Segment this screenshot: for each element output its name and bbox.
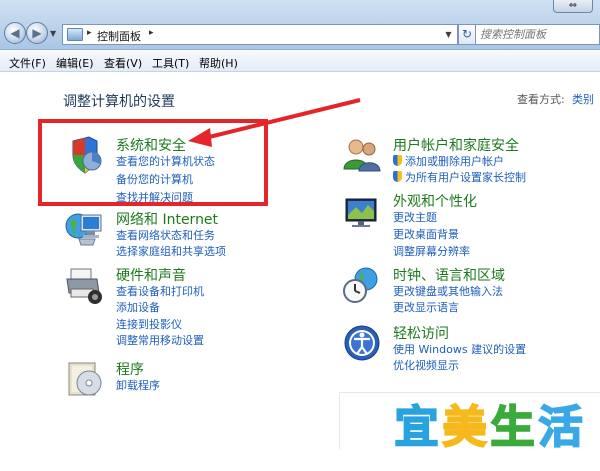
link-mobility-settings[interactable]: 调整常用移动设置: [116, 332, 204, 348]
breadcrumb-control-panel[interactable]: 控制面板: [97, 28, 141, 44]
window-control-button[interactable]: ⇔: [553, 0, 593, 13]
back-arrow-icon: ◀: [10, 26, 20, 40]
link-desktop-background[interactable]: 更改桌面背景: [393, 226, 459, 242]
uac-shield-icon: [393, 171, 402, 182]
breadcrumb-separator-icon[interactable]: ▸: [87, 28, 92, 38]
category-title[interactable]: 程序: [116, 359, 144, 379]
forward-button[interactable]: ▶: [26, 22, 48, 44]
link-optimize-display[interactable]: 优化视频显示: [393, 357, 459, 373]
view-by-label: 查看方式:: [517, 93, 565, 106]
link-screen-resolution[interactable]: 调整屏幕分辨率: [393, 243, 470, 259]
search-input[interactable]: [475, 24, 600, 45]
highlight-box: [38, 119, 268, 206]
watermark-char: 宜: [394, 401, 440, 454]
watermark-logo: 宜 美 生 活: [394, 399, 594, 461]
link-connect-projector[interactable]: 连接到投影仪: [116, 316, 182, 332]
network-globe-icon: [65, 213, 102, 246]
category-title[interactable]: 用户帐户和家庭安全: [393, 135, 519, 155]
watermark-char: 活: [538, 401, 584, 454]
category-title[interactable]: 网络和 Internet: [116, 209, 218, 229]
link-recommended-settings[interactable]: 使用 Windows 建议的设置: [393, 341, 526, 357]
category-title[interactable]: 硬件和声音: [116, 265, 186, 285]
control-panel-icon: [67, 28, 83, 41]
breadcrumb-separator-icon[interactable]: ▸: [149, 28, 154, 38]
link-text: 为所有用户设置家长控制: [405, 171, 526, 184]
link-devices-printers[interactable]: 查看设备和打印机: [116, 283, 204, 299]
category-title[interactable]: 轻松访问: [393, 323, 449, 343]
link-text: 添加或删除用户帐户: [405, 155, 504, 168]
ease-of-access-icon: [344, 325, 380, 361]
link-change-theme[interactable]: 更改主题: [393, 209, 437, 225]
menu-view[interactable]: 查看(V): [104, 55, 142, 71]
menu-tools[interactable]: 工具(T): [152, 55, 189, 71]
category-title[interactable]: 外观和个性化: [393, 191, 477, 211]
link-add-device[interactable]: 添加设备: [116, 299, 160, 315]
uac-shield-icon: [393, 155, 402, 166]
menu-bar: 文件(F) 编辑(E) 查看(V) 工具(T) 帮助(H): [0, 51, 600, 72]
programs-disc-icon: [68, 362, 102, 396]
link-homegroup[interactable]: 选择家庭组和共享选项: [116, 243, 226, 259]
link-add-remove-accounts[interactable]: 添加或删除用户帐户: [393, 153, 504, 169]
title-address-bar: ⇔ ◀ ▶ ▼ ▸ 控制面板 ▸ ▼ ↻: [0, 0, 600, 50]
clock-globe-icon: [343, 267, 378, 303]
printer-icon: [66, 268, 102, 304]
refresh-button[interactable]: ↻: [458, 24, 476, 45]
menu-file[interactable]: 文件(F): [9, 55, 46, 71]
personalization-monitor-icon: [345, 198, 377, 227]
menu-help[interactable]: 帮助(H): [199, 55, 238, 71]
watermark-char: 生: [490, 401, 536, 454]
link-uninstall-program[interactable]: 卸载程序: [116, 377, 160, 393]
refresh-icon: ↻: [461, 27, 473, 41]
page-title: 调整计算机的设置: [63, 94, 175, 110]
link-network-status[interactable]: 查看网络状态和任务: [116, 227, 215, 243]
link-change-keyboard[interactable]: 更改键盘或其他输入法: [393, 283, 503, 299]
address-bar[interactable]: ▸ 控制面板 ▸: [62, 24, 441, 45]
watermark-char: 美: [442, 401, 488, 454]
back-button[interactable]: ◀: [4, 22, 26, 44]
link-change-display-language[interactable]: 更改显示语言: [393, 299, 459, 315]
category-title[interactable]: 时钟、语言和区域: [393, 265, 505, 285]
link-parental-controls[interactable]: 为所有用户设置家长控制: [393, 169, 526, 185]
view-by-dropdown[interactable]: 类别: [572, 91, 594, 107]
users-icon: [343, 139, 381, 172]
address-dropdown-icon[interactable]: ▼: [440, 24, 458, 45]
recent-pages-dropdown-icon[interactable]: ▼: [50, 29, 56, 38]
menu-edit[interactable]: 编辑(E): [56, 55, 94, 71]
forward-arrow-icon: ▶: [32, 26, 42, 40]
